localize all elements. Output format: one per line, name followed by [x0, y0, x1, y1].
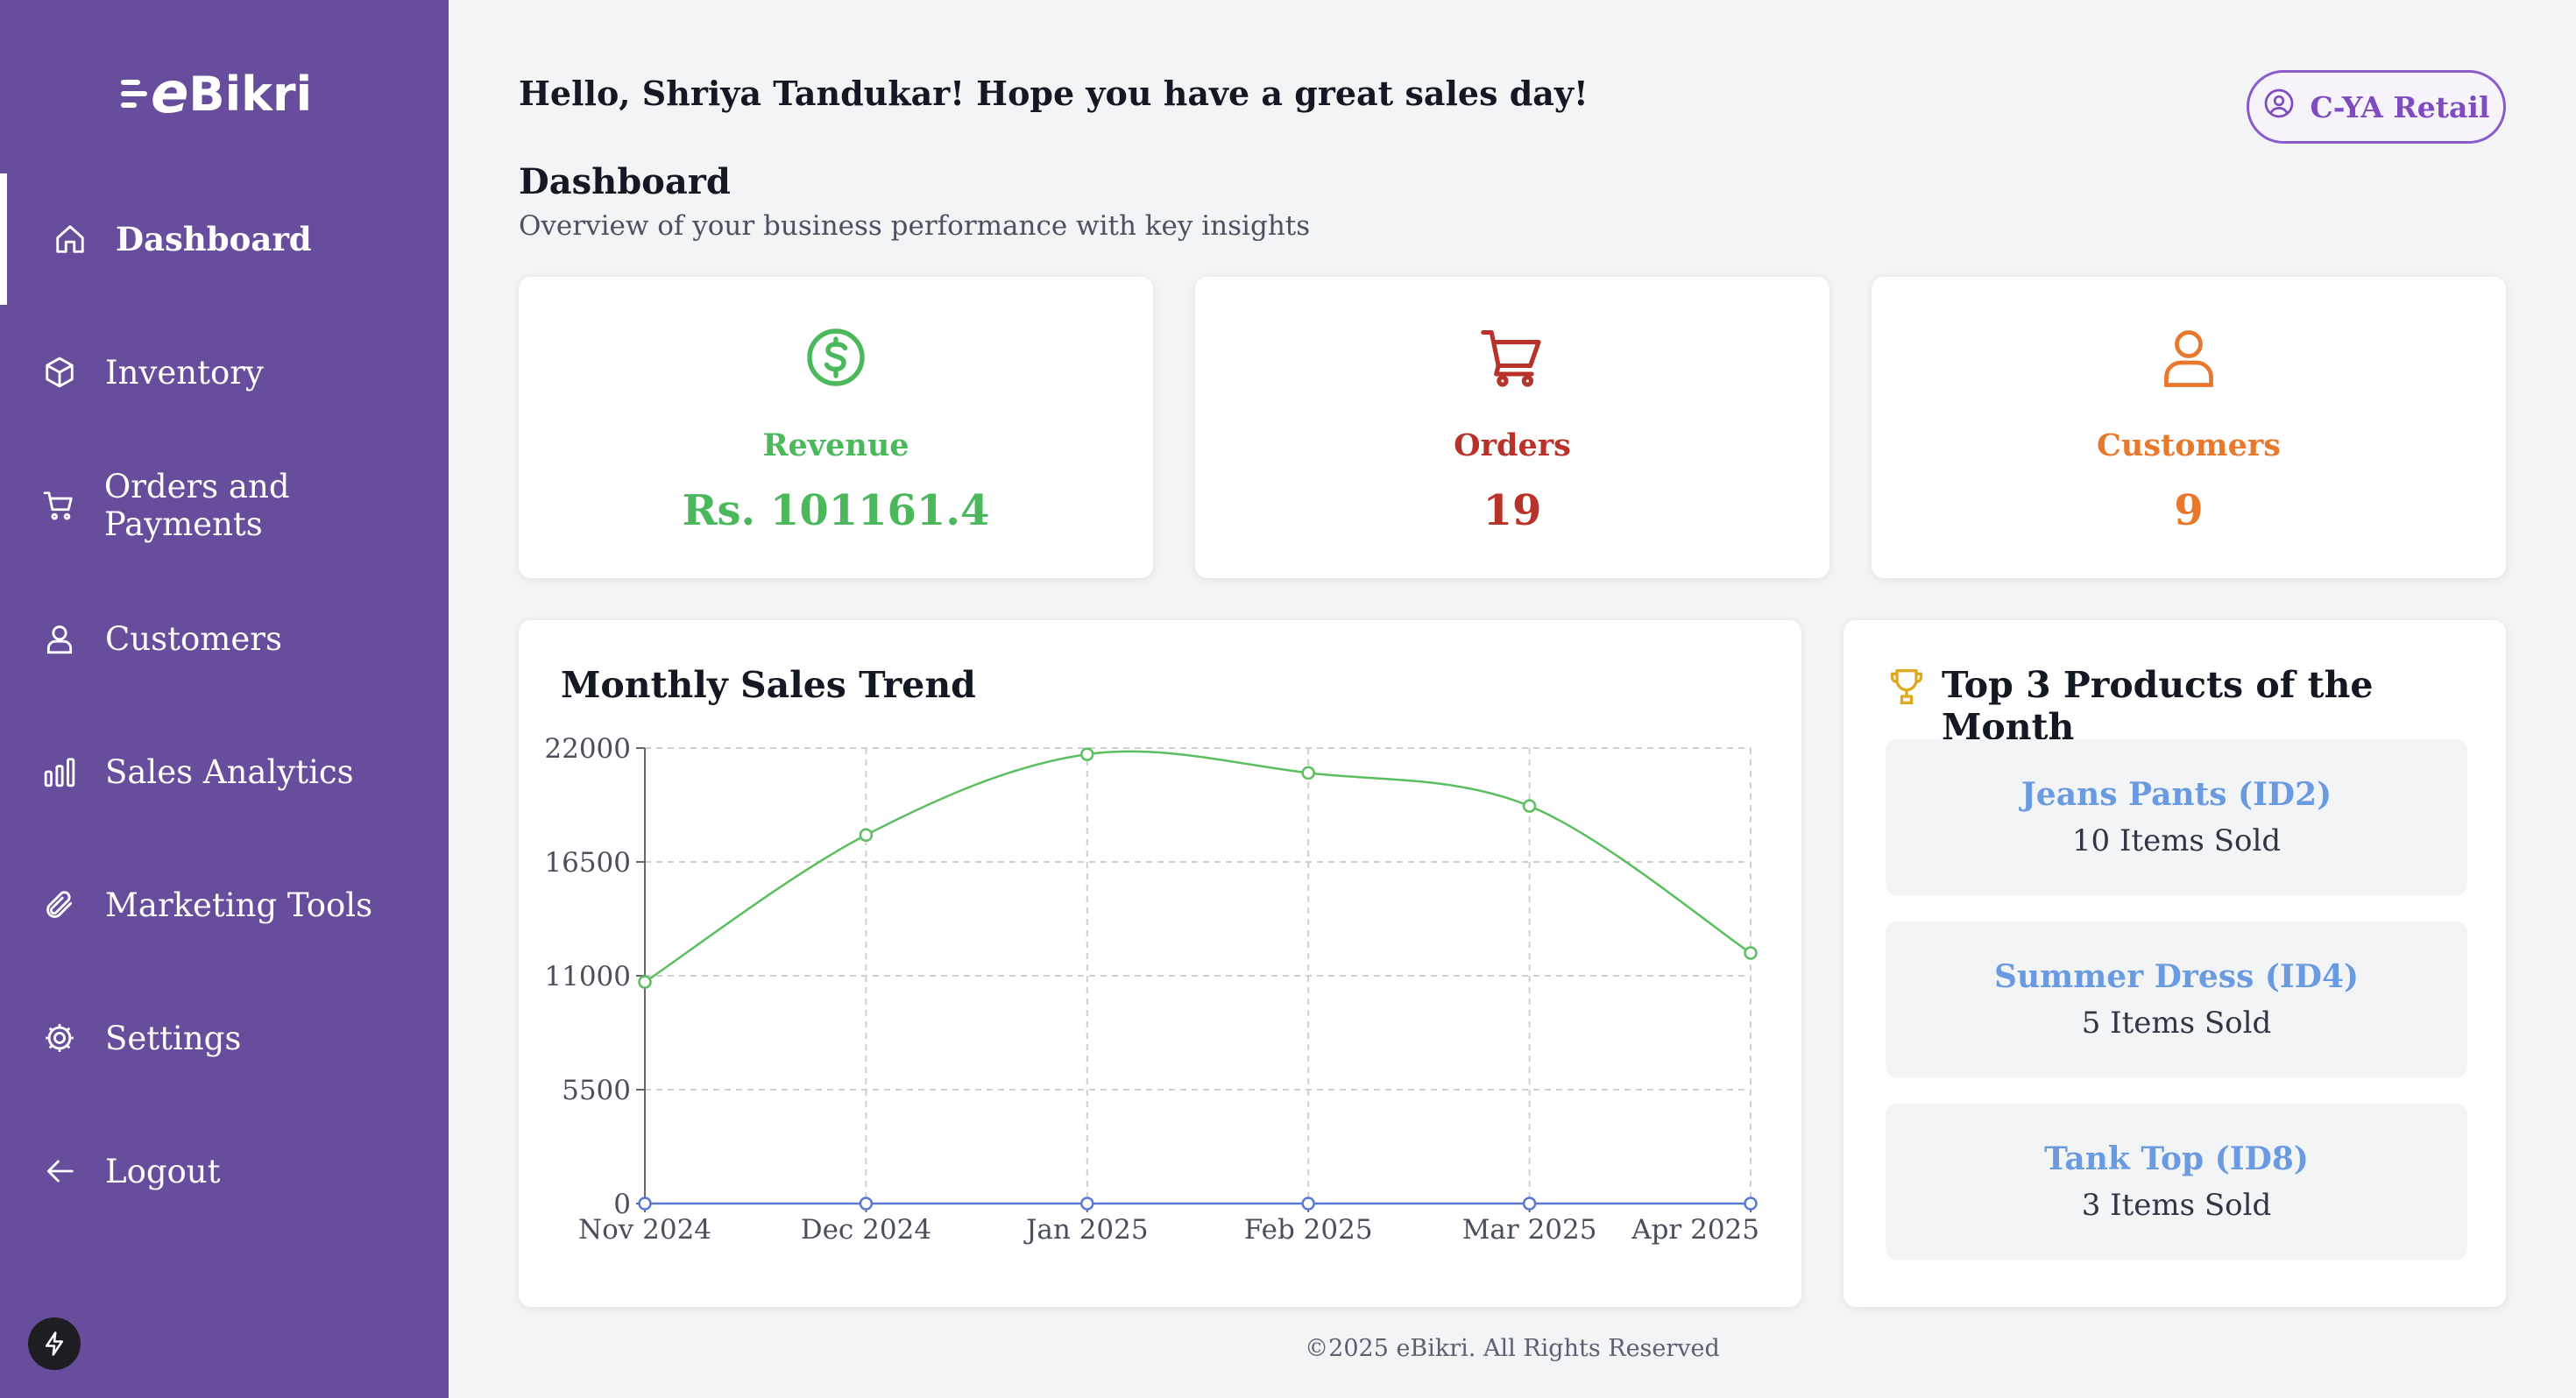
dollar-circle-icon [804, 322, 867, 392]
data-point [1522, 1197, 1537, 1211]
store-label: C-YA Retail [2310, 89, 2490, 124]
sidebar-item-label: Inventory [105, 353, 264, 392]
sales-trend-card: Monthly Sales Trend 0 5500 11000 16500 22000… [519, 620, 1801, 1307]
sidebar-item-orders[interactable]: Orders and Payments [0, 440, 449, 571]
store-button[interactable]: C-YA Retail [2247, 70, 2506, 144]
data-point [638, 1197, 652, 1211]
data-point [1301, 1197, 1315, 1211]
y-tick-label: 16500 [544, 847, 631, 879]
customers-card: Customers 9 [1872, 277, 2506, 578]
page-subtitle: Overview of your business performance wi… [519, 210, 1311, 242]
data-point [1744, 946, 1758, 960]
top-products-title: Top 3 Products of the Month [1942, 664, 2374, 748]
x-tick-label: Dec 2024 [801, 1214, 931, 1246]
trophy-icon [1887, 666, 1926, 711]
stat-value: 9 [2174, 486, 2204, 535]
gear-icon [42, 1020, 77, 1056]
product-name[interactable]: Jeans Pants (ID2) [2021, 776, 2332, 813]
product-sold: 3 Items Sold [2081, 1188, 2272, 1223]
main-content: Hello, Shriya Tandukar! Hope you have a … [449, 0, 2576, 1398]
arrow-left-icon [42, 1154, 77, 1189]
stat-value: 19 [1483, 486, 1542, 535]
sidebar-item-label: Customers [105, 619, 282, 658]
sidebar-item-marketing-tools[interactable]: Marketing Tools [0, 839, 449, 971]
x-tick-label: Apr 2025 [1631, 1214, 1759, 1246]
sidebar-item-settings[interactable]: Settings [0, 972, 449, 1104]
sidebar-item-label: Marketing Tools [105, 886, 373, 924]
cart-icon [42, 488, 76, 523]
sidebar-item-label: Settings [105, 1019, 242, 1057]
data-point [859, 828, 874, 843]
logo-text: Bikri [188, 66, 313, 122]
orders-card: Orders 19 [1195, 277, 1829, 578]
brand-logo[interactable]: e Bikri [121, 61, 312, 126]
x-tick-label: Feb 2025 [1244, 1214, 1373, 1246]
stat-label: Customers [2097, 427, 2281, 463]
data-point [1301, 766, 1315, 780]
product-item[interactable]: Jeans Pants (ID2) 10 Items Sold [1886, 739, 2467, 895]
sidebar-item-dashboard[interactable]: Dashboard [0, 173, 449, 305]
speed-lines-icon [121, 80, 147, 108]
sidebar-item-logout[interactable]: Logout [0, 1105, 449, 1237]
product-name[interactable]: Summer Dress (ID4) [1994, 958, 2359, 995]
logo-e: e [151, 61, 189, 126]
home-icon [53, 222, 88, 257]
box-icon [42, 355, 77, 390]
sidebar-item-label: Logout [105, 1152, 221, 1190]
stat-label: Revenue [762, 427, 909, 463]
user-icon [42, 621, 77, 656]
stat-label: Orders [1454, 427, 1571, 463]
top-products-card: Top 3 Products of the Month Jeans Pants … [1844, 620, 2506, 1307]
sidebar-item-customers[interactable]: Customers [0, 573, 449, 704]
data-point [1080, 747, 1094, 761]
user-circle-icon [2263, 88, 2295, 126]
product-item[interactable]: Tank Top (ID8) 3 Items Sold [1886, 1104, 2467, 1260]
sidebar-item-sales-analytics[interactable]: Sales Analytics [0, 706, 449, 837]
sidebar-item-label: Dashboard [116, 220, 312, 258]
product-sold: 10 Items Sold [2071, 823, 2282, 858]
data-point [638, 975, 652, 989]
cart-icon [1479, 322, 1546, 392]
sales-trend-chart: 05500110001650022000Nov 2024 Dec 2024 Jan … [544, 733, 1759, 1246]
product-item[interactable]: Summer Dress (ID4) 5 Items Sold [1886, 921, 2467, 1077]
data-point [1522, 799, 1537, 813]
product-sold: 5 Items Sold [2081, 1006, 2272, 1041]
x-tick-label: Jan 2025 [1023, 1214, 1149, 1246]
y-tick-label: 11000 [544, 961, 631, 992]
data-point [859, 1197, 874, 1211]
sidebar-item-label: Sales Analytics [105, 752, 354, 791]
x-tick-label: Nov 2024 [578, 1214, 711, 1246]
product-name[interactable]: Tank Top (ID8) [2044, 1140, 2309, 1177]
series-line-0 [644, 750, 1752, 984]
lightning-icon[interactable] [28, 1317, 81, 1370]
sidebar-item-label: Orders and Payments [103, 468, 290, 543]
x-tick-label: Mar 2025 [1462, 1214, 1597, 1246]
stat-value: Rs. 101161.4 [682, 486, 990, 535]
data-point [1744, 1197, 1758, 1211]
user-icon [2157, 322, 2220, 392]
revenue-card: Revenue Rs. 101161.4 [519, 277, 1153, 578]
footer-text: ©2025 eBikri. All Rights Reserved [1305, 1335, 1720, 1362]
paperclip-icon [42, 887, 77, 922]
bar-chart-icon [42, 754, 77, 789]
data-point [1080, 1197, 1094, 1211]
sidebar: e Bikri Dashboard Inventory Orders and P… [0, 0, 449, 1398]
greeting-text: Hello, Shriya Tandukar! Hope you have a … [519, 74, 1589, 113]
page-title: Dashboard [519, 161, 731, 202]
y-tick-label: 5500 [562, 1075, 631, 1106]
sidebar-item-inventory[interactable]: Inventory [0, 307, 449, 438]
y-tick-label: 22000 [544, 733, 631, 765]
